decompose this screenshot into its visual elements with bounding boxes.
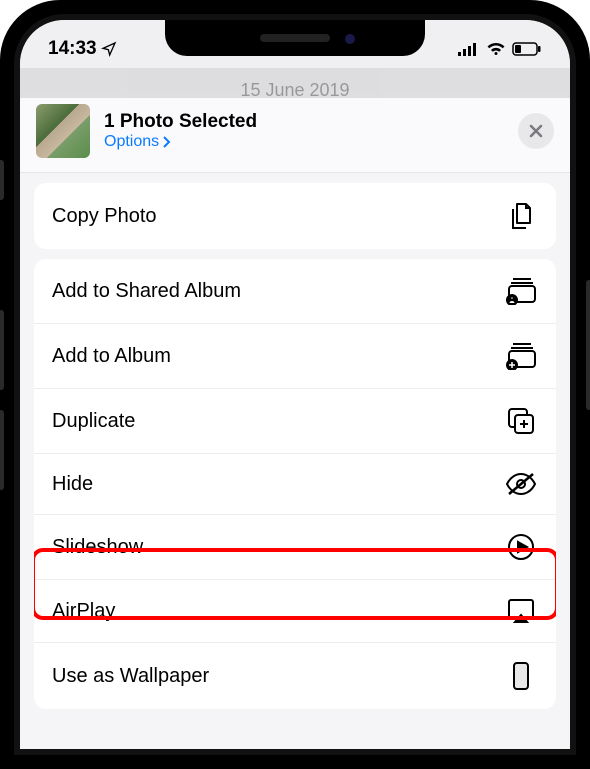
action-group: Copy Photo — [34, 183, 556, 249]
duplicate-icon — [507, 407, 535, 435]
power-button — [586, 280, 590, 410]
battery-icon — [512, 42, 542, 56]
row-label: Slideshow — [52, 536, 143, 559]
volume-up — [0, 310, 4, 390]
action-group: Add to Shared Album Add to Album — [34, 259, 556, 709]
cellular-icon — [458, 42, 480, 56]
copy-photo-row[interactable]: Copy Photo — [34, 183, 556, 249]
copy-icon — [507, 201, 535, 231]
play-circle-icon — [507, 533, 535, 561]
shared-album-icon — [505, 277, 537, 305]
nav-bar-peek: 15 June 2019 — [20, 68, 570, 98]
row-label: Copy Photo — [52, 205, 157, 228]
options-label: Options — [104, 133, 159, 151]
notch — [165, 20, 425, 56]
airplay-icon — [505, 598, 537, 624]
add-album-icon — [505, 342, 537, 370]
location-arrow-icon — [101, 41, 117, 57]
sheet-title: 1 Photo Selected — [104, 111, 504, 133]
row-label: Hide — [52, 473, 93, 496]
hide-row[interactable]: Hide — [34, 453, 556, 514]
mute-switch — [0, 160, 4, 200]
add-shared-album-row[interactable]: Add to Shared Album — [34, 259, 556, 323]
slideshow-row[interactable]: Slideshow — [34, 514, 556, 579]
row-label: Add to Album — [52, 345, 171, 368]
row-label: Duplicate — [52, 410, 135, 433]
row-label: AirPlay — [52, 600, 115, 623]
chevron-right-icon — [161, 136, 171, 148]
sheet-header: 1 Photo Selected Options — [20, 90, 570, 173]
options-button[interactable]: Options — [104, 133, 504, 151]
phone-icon — [512, 661, 530, 691]
row-label: Add to Shared Album — [52, 280, 241, 303]
share-sheet: 1 Photo Selected Options Copy P — [20, 90, 570, 749]
status-time: 14:33 — [48, 38, 97, 60]
wallpaper-row[interactable]: Use as Wallpaper — [34, 642, 556, 709]
duplicate-row[interactable]: Duplicate — [34, 388, 556, 453]
close-button[interactable] — [518, 113, 554, 149]
close-icon — [528, 123, 544, 139]
screen: 14:33 15 June 2019 1 Photo Selected — [20, 20, 570, 749]
photo-thumbnail — [36, 104, 90, 158]
volume-down — [0, 410, 4, 490]
hide-icon — [505, 472, 537, 496]
airplay-row[interactable]: AirPlay — [34, 579, 556, 642]
row-label: Use as Wallpaper — [52, 665, 209, 688]
phone-frame: 14:33 15 June 2019 1 Photo Selected — [0, 0, 590, 769]
wifi-icon — [486, 42, 506, 56]
add-album-row[interactable]: Add to Album — [34, 323, 556, 388]
